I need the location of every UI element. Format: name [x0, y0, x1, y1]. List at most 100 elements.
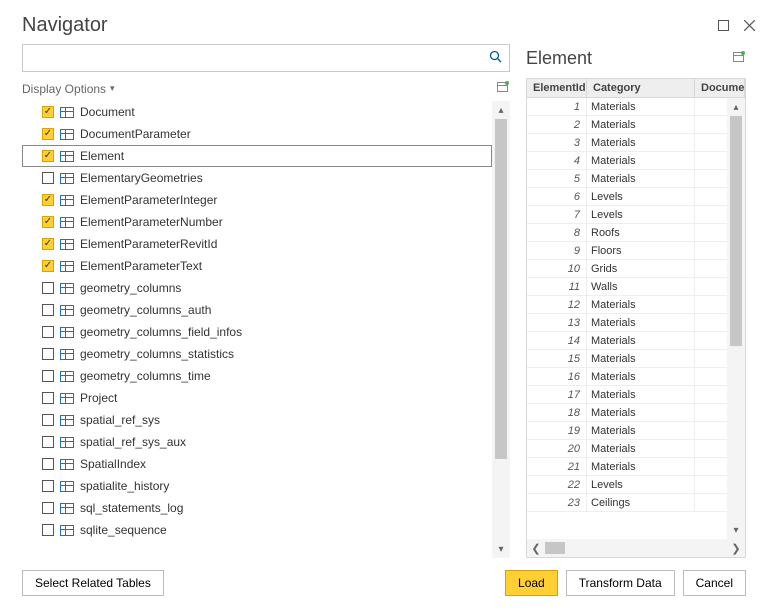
tree-item-geometry_columns_statistics[interactable]: geometry_columns_statistics	[22, 343, 492, 365]
tree-item-sql_statements_log[interactable]: sql_statements_log	[22, 497, 492, 519]
checkbox[interactable]	[42, 502, 54, 514]
select-related-tables-button[interactable]: Select Related Tables	[22, 570, 164, 596]
tree-item-geometry_columns_field_infos[interactable]: geometry_columns_field_infos	[22, 321, 492, 343]
tree-item-geometry_columns_auth[interactable]: geometry_columns_auth	[22, 299, 492, 321]
col-elementid[interactable]: ElementId	[527, 79, 587, 97]
checkbox[interactable]: ✓	[42, 150, 54, 162]
table-tree[interactable]: ✓Document✓DocumentParameter✓ElementEleme…	[22, 101, 492, 558]
col-category[interactable]: Category	[587, 79, 695, 97]
cell-category: Roofs	[587, 224, 695, 241]
table-row[interactable]: 9Floors	[527, 242, 727, 260]
checkbox[interactable]	[42, 172, 54, 184]
table-row[interactable]: 18Materials	[527, 404, 727, 422]
tree-item-label: sql_statements_log	[80, 501, 183, 515]
table-row[interactable]: 17Materials	[527, 386, 727, 404]
tree-item-documentparameter[interactable]: ✓DocumentParameter	[22, 123, 492, 145]
tree-item-label: geometry_columns_statistics	[80, 347, 234, 361]
table-row[interactable]: 15Materials	[527, 350, 727, 368]
close-icon[interactable]	[740, 16, 758, 34]
maximize-icon[interactable]	[714, 16, 732, 34]
table-row[interactable]: 22Levels	[527, 476, 727, 494]
grid-scroll-right-icon[interactable]: ❯	[727, 542, 745, 555]
col-document[interactable]: Docume	[695, 79, 745, 97]
table-row[interactable]: 11Walls	[527, 278, 727, 296]
table-row[interactable]: 8Roofs	[527, 224, 727, 242]
scroll-down-icon[interactable]: ▾	[492, 540, 510, 558]
search-icon[interactable]	[489, 50, 503, 67]
refresh-icon[interactable]	[496, 80, 510, 97]
display-options-dropdown[interactable]: Display Options ▾	[22, 82, 115, 96]
tree-item-spatial_ref_sys_aux[interactable]: spatial_ref_sys_aux	[22, 431, 492, 453]
cell-category: Materials	[587, 440, 695, 457]
table-icon	[60, 349, 74, 360]
grid-scroll-down-icon[interactable]: ▾	[727, 521, 745, 539]
checkbox[interactable]	[42, 414, 54, 426]
checkbox[interactable]	[42, 436, 54, 448]
table-row[interactable]: 4Materials	[527, 152, 727, 170]
tree-item-geometry_columns_time[interactable]: geometry_columns_time	[22, 365, 492, 387]
checkbox[interactable]	[42, 304, 54, 316]
checkbox[interactable]	[42, 348, 54, 360]
checkbox[interactable]	[42, 370, 54, 382]
grid-vscrollbar[interactable]: ▴ ▾	[727, 98, 745, 539]
checkbox[interactable]: ✓	[42, 238, 54, 250]
grid-scroll-left-icon[interactable]: ❮	[527, 542, 545, 555]
checkbox[interactable]	[42, 282, 54, 294]
tree-scroll-thumb[interactable]	[495, 119, 507, 459]
transform-data-button[interactable]: Transform Data	[566, 570, 675, 596]
table-row[interactable]: 1Materials	[527, 98, 727, 116]
table-row[interactable]: 19Materials	[527, 422, 727, 440]
tree-item-sqlite_sequence[interactable]: sqlite_sequence	[22, 519, 492, 541]
tree-item-elementparameterrevitid[interactable]: ✓ElementParameterRevitId	[22, 233, 492, 255]
preview-title: Element	[526, 48, 732, 69]
table-row[interactable]: 6Levels	[527, 188, 727, 206]
table-row[interactable]: 5Materials	[527, 170, 727, 188]
checkbox[interactable]: ✓	[42, 106, 54, 118]
checkbox[interactable]	[42, 326, 54, 338]
grid-hscroll-thumb[interactable]	[545, 542, 565, 554]
checkbox[interactable]: ✓	[42, 128, 54, 140]
table-row[interactable]: 14Materials	[527, 332, 727, 350]
tree-item-spatialindex[interactable]: SpatialIndex	[22, 453, 492, 475]
tree-scrollbar[interactable]: ▴ ▾	[492, 101, 510, 558]
checkbox[interactable]: ✓	[42, 216, 54, 228]
checkbox[interactable]	[42, 392, 54, 404]
table-row[interactable]: 16Materials	[527, 368, 727, 386]
table-row[interactable]: 7Levels	[527, 206, 727, 224]
table-row[interactable]: 20Materials	[527, 440, 727, 458]
table-row[interactable]: 23Ceilings	[527, 494, 727, 512]
table-row[interactable]: 2Materials	[527, 116, 727, 134]
tree-item-project[interactable]: Project	[22, 387, 492, 409]
tree-item-label: sqlite_sequence	[80, 523, 167, 537]
tree-item-spatial_ref_sys[interactable]: spatial_ref_sys	[22, 409, 492, 431]
left-pane: Display Options ▾ ✓Document✓DocumentPara…	[22, 44, 510, 558]
checkbox[interactable]: ✓	[42, 194, 54, 206]
tree-item-spatialite_history[interactable]: spatialite_history	[22, 475, 492, 497]
checkbox[interactable]	[42, 480, 54, 492]
table-row[interactable]: 10Grids	[527, 260, 727, 278]
table-row[interactable]: 12Materials	[527, 296, 727, 314]
checkbox[interactable]	[42, 524, 54, 536]
scroll-up-icon[interactable]: ▴	[492, 101, 510, 119]
tree-item-element[interactable]: ✓Element	[22, 145, 492, 167]
tree-item-elementarygeometries[interactable]: ElementaryGeometries	[22, 167, 492, 189]
grid-scroll-up-icon[interactable]: ▴	[727, 98, 745, 116]
cancel-button[interactable]: Cancel	[683, 570, 746, 596]
grid-hscrollbar[interactable]: ❮ ❯	[527, 539, 745, 557]
table-row[interactable]: 13Materials	[527, 314, 727, 332]
table-row[interactable]: 21Materials	[527, 458, 727, 476]
search-input[interactable]	[29, 50, 489, 66]
preview-refresh-icon[interactable]	[732, 50, 746, 67]
tree-item-elementparameternumber[interactable]: ✓ElementParameterNumber	[22, 211, 492, 233]
table-row[interactable]: 3Materials	[527, 134, 727, 152]
tree-item-document[interactable]: ✓Document	[22, 101, 492, 123]
checkbox[interactable]	[42, 458, 54, 470]
tree-item-geometry_columns[interactable]: geometry_columns	[22, 277, 492, 299]
checkbox[interactable]: ✓	[42, 260, 54, 272]
tree-item-elementparametertext[interactable]: ✓ElementParameterText	[22, 255, 492, 277]
tree-item-elementparameterinteger[interactable]: ✓ElementParameterInteger	[22, 189, 492, 211]
grid-body[interactable]: 1Materials2Materials3Materials4Materials…	[527, 98, 727, 539]
grid-scroll-thumb[interactable]	[730, 116, 742, 346]
load-button[interactable]: Load	[505, 570, 558, 596]
table-icon	[60, 371, 74, 382]
